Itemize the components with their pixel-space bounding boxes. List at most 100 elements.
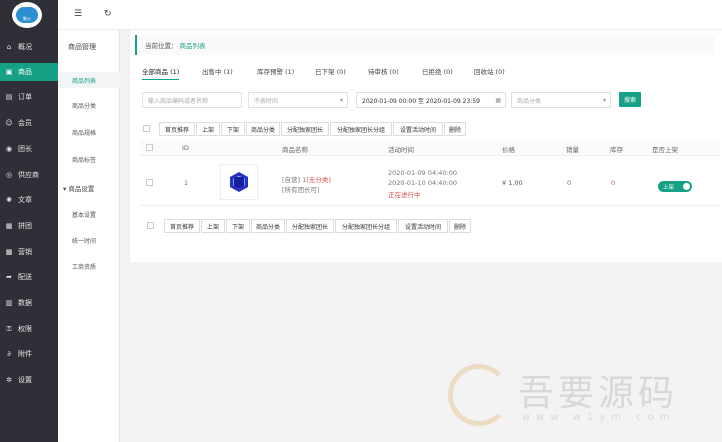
secondary-nav: 商品管理 商品列表 商品分类 商品规格 商品标签 ▾ 商品设置 基本设置 统一时… (58, 30, 120, 442)
sidebar-item-4[interactable]: ◉ 团长 (0, 140, 58, 158)
sidebar-item-label: 团长 (18, 145, 32, 153)
breadcrumb: 当前位置： 商品列表 (135, 35, 715, 55)
assign-leader-button[interactable]: 分配独家团长 (281, 122, 329, 136)
assign-leader-group-button[interactable]: 分配独家团长分组 (330, 122, 392, 136)
sidebar-item-9[interactable]: ➦ 配送 (0, 268, 58, 286)
sidebar-item-3[interactable]: ☺ 会员 (0, 114, 58, 132)
recommend-button[interactable]: 首页推荐 (164, 219, 200, 233)
select-all-checkbox-bottom[interactable] (147, 222, 154, 229)
row-id: 1 (184, 179, 189, 187)
calendar-icon: ▦ (495, 97, 501, 104)
subnav-item-qualification[interactable]: 工商资质 (58, 258, 120, 274)
chevron-down-icon: ▾ (602, 97, 606, 104)
row-checkbox[interactable] (146, 179, 153, 186)
subnav-item-tag[interactable]: 商品标签 (58, 151, 120, 167)
tab-recycle-bin[interactable]: 回收站 (0) (474, 66, 505, 80)
breadcrumb-current[interactable]: 商品列表 (180, 40, 206, 50)
sidebar-item-label: 设置 (18, 376, 32, 384)
sidebar-item-label: 商品 (18, 68, 32, 76)
header-checkbox[interactable] (146, 144, 153, 151)
tab-pending-review[interactable]: 待审核 (0) (368, 66, 399, 80)
logo-text: 聚火 (23, 16, 31, 21)
refresh-icon[interactable]: ↻ (104, 9, 112, 19)
sidebar-item-6[interactable]: ✺ 文章 (0, 191, 58, 209)
watermark-logo-icon (448, 364, 510, 426)
product-stock: 0 (611, 179, 616, 187)
collapse-menu-icon[interactable]: ☰ (74, 9, 82, 19)
subnav-item-list[interactable]: 商品列表 (58, 72, 120, 88)
keyword-search-input[interactable]: 输入商品编码或者名称 (142, 92, 242, 108)
chevron-down-icon: ▾ (339, 97, 343, 104)
product-name[interactable]: [自营] 1[无分类] (282, 174, 331, 184)
activity-start: 2020-01-09 04:40:00 (388, 169, 458, 177)
list-on-button[interactable]: 上架 (201, 219, 225, 233)
activity-end: 2020-01-10 04:40:00 (388, 179, 458, 187)
chevron-down-icon: ▾ (63, 185, 67, 193)
search-button[interactable]: 搜索 (619, 92, 641, 107)
subnav-item-label: 商品标签 (72, 156, 97, 164)
sidebar-item-2[interactable]: ▤ 订单 (0, 88, 58, 106)
recommend-button[interactable]: 首页推荐 (159, 122, 195, 136)
on-sale-toggle[interactable]: 上架 (658, 181, 692, 192)
assign-leader-group-button[interactable]: 分配独家团长分组 (335, 219, 397, 233)
date-range-value: 2020-01-09 00:00 至 2020-01-09 23:59 (362, 97, 480, 105)
col-name: 商品名称 (282, 146, 308, 154)
sidebar-item-label: 文章 (18, 196, 32, 204)
sidebar-item-label: 附件 (18, 350, 32, 358)
gear-icon: ✲ (6, 376, 12, 384)
col-price: 价格 (502, 146, 515, 154)
sidebar-item-8[interactable]: ▩ 营销 (0, 243, 58, 261)
list-on-button[interactable]: 上架 (196, 122, 220, 136)
subnav-group-settings[interactable]: ▾ 商品设置 (63, 183, 94, 193)
brand-logo[interactable]: 聚火 (12, 2, 42, 28)
list-off-button[interactable]: 下架 (221, 122, 245, 136)
tab-rejected[interactable]: 已拒绝 (0) (422, 66, 453, 80)
marketing-icon: ▩ (5, 248, 13, 256)
team-icon: ◉ (5, 145, 13, 153)
subnav-item-spec[interactable]: 商品规格 (58, 124, 120, 140)
sidebar-item-10[interactable]: ▥ 数据 (0, 294, 58, 312)
sidebar-item-7[interactable]: ▦ 拼团 (0, 217, 58, 235)
col-stock: 库存 (610, 146, 623, 154)
category-select[interactable]: 商品分类 ▾ (511, 92, 611, 108)
sidebar-item-0[interactable]: ⌂ 概况 (0, 38, 58, 56)
time-type-select[interactable]: 不按时间 ▾ (248, 92, 348, 108)
subnav-item-label: 工商资质 (72, 263, 97, 271)
tab-stock-warning[interactable]: 库存预警 (1) (257, 66, 294, 80)
product-thumbnail[interactable] (220, 164, 258, 200)
sidebar-item-13[interactable]: ✲ 设置 (0, 371, 58, 389)
assign-leader-button[interactable]: 分配独家团长 (286, 219, 334, 233)
tab-on-sale[interactable]: 出售中 (1) (202, 66, 233, 80)
delete-button[interactable]: 删除 (449, 219, 471, 233)
tab-off-shelf[interactable]: 已下架 (0) (315, 66, 346, 80)
watermark-url: www.w1ym.com (522, 412, 676, 423)
supplier-icon: ◎ (5, 171, 13, 179)
delete-button[interactable]: 删除 (444, 122, 466, 136)
set-category-button[interactable]: 商品分类 (251, 219, 285, 233)
set-activity-time-button[interactable]: 设置活动时间 (398, 219, 448, 233)
sidebar-item-label: 概况 (18, 43, 32, 51)
sidebar-item-5[interactable]: ◎ 供应商 (0, 166, 58, 184)
lock-icon: ⚿ (6, 324, 12, 333)
set-activity-time-button[interactable]: 设置活动时间 (393, 122, 443, 136)
tab-all[interactable]: 全部商品 (1) (142, 66, 180, 80)
set-category-button[interactable]: 商品分类 (246, 122, 280, 136)
col-on-sale: 是否上架 (652, 146, 678, 154)
product-sales: 0 (567, 179, 572, 187)
col-sales: 销量 (566, 146, 579, 154)
sidebar-item-11[interactable]: ⚿ 权限 (0, 320, 58, 338)
sidebar-item-label: 拼团 (18, 222, 32, 230)
col-id: ID (182, 144, 189, 152)
subnav-item-category[interactable]: 商品分类 (58, 97, 120, 113)
sidebar-item-12[interactable]: ∂ 附件 (0, 345, 58, 363)
sidebar-item-1[interactable]: ▣ 商品 (0, 63, 58, 81)
subnav-item-basic[interactable]: 基本设置 (58, 206, 120, 222)
compass-icon: ✺ (6, 196, 12, 204)
date-range-input[interactable]: 2020-01-09 00:00 至 2020-01-09 23:59 ▦ (356, 92, 506, 108)
table-row: 1 [自营] 1[无分类] [所有团长可] 2020-01-09 04:40:0… (140, 158, 720, 206)
list-off-button[interactable]: 下架 (226, 219, 250, 233)
subnav-item-unified-time[interactable]: 统一时间 (58, 232, 120, 248)
select-all-checkbox[interactable] (143, 125, 150, 132)
document-icon: ▤ (5, 93, 13, 101)
sidebar-item-label: 数据 (18, 299, 32, 307)
